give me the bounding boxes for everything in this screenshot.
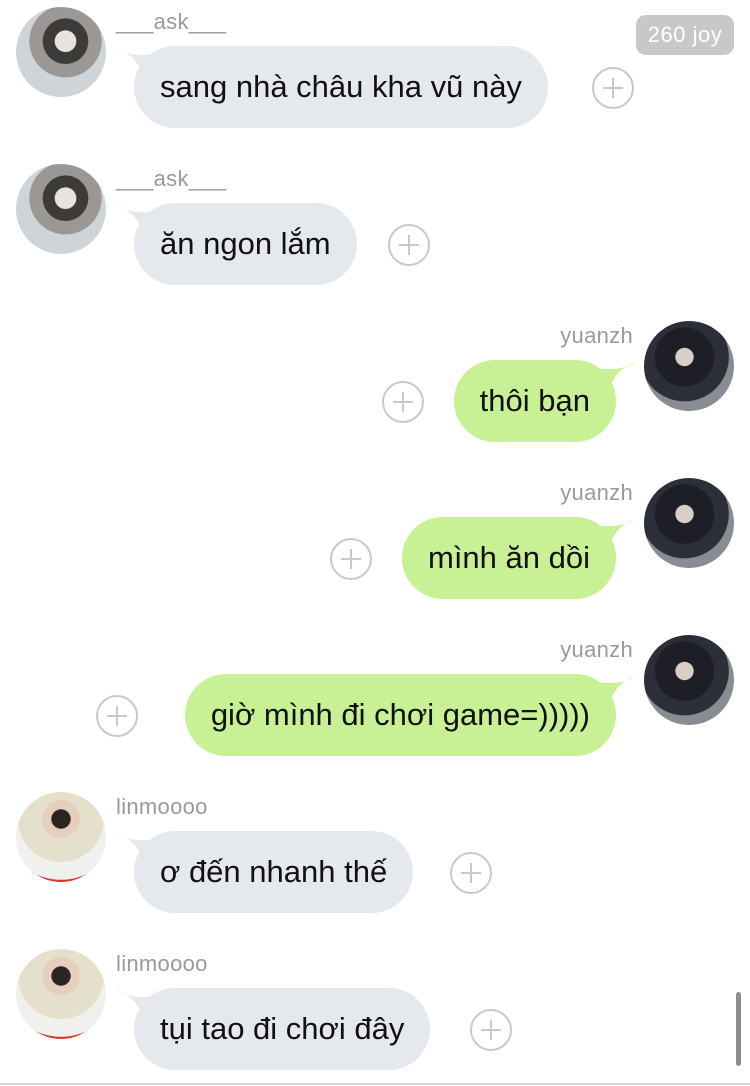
sender-name: linmoooo (116, 794, 208, 819)
plus-circle-icon[interactable] (470, 1009, 512, 1051)
sender-name: yuanzh (560, 323, 633, 348)
sender-name: yuanzh (560, 480, 633, 505)
avatar[interactable] (16, 792, 106, 882)
sender-name: yuanzh (560, 637, 633, 662)
message-bubble[interactable]: mình ăn dồi (402, 517, 616, 599)
scrollbar[interactable] (736, 992, 741, 1066)
avatar[interactable] (644, 478, 734, 568)
avatar[interactable] (644, 635, 734, 725)
sender-name: linmoooo (116, 951, 208, 976)
message-bubble[interactable]: tụi tao đi chơi đây (134, 988, 431, 1070)
plus-circle-icon[interactable] (388, 224, 430, 266)
message-bubble[interactable]: thôi bạn (453, 360, 616, 442)
avatar[interactable] (644, 321, 734, 411)
sender-name: ___ask___ (116, 166, 227, 191)
plus-circle-icon[interactable] (96, 695, 138, 737)
plus-circle-icon[interactable] (450, 852, 492, 894)
message-bubble[interactable]: giờ mình đi chơi game=))))) (184, 674, 616, 756)
plus-circle-icon[interactable] (592, 67, 634, 109)
avatar[interactable] (16, 164, 106, 254)
avatar[interactable] (16, 949, 106, 1039)
divider (0, 1083, 750, 1085)
joy-badge: 260 joy (636, 15, 734, 55)
plus-circle-icon[interactable] (330, 538, 372, 580)
sender-name: ___ask___ (116, 9, 227, 34)
message-bubble[interactable]: ơ đến nhanh thế (134, 831, 414, 913)
message-bubble[interactable]: ăn ngon lắm (134, 203, 357, 285)
avatar[interactable] (16, 7, 106, 97)
message-bubble[interactable]: sang nhà châu kha vũ này (134, 46, 548, 128)
plus-circle-icon[interactable] (382, 381, 424, 423)
